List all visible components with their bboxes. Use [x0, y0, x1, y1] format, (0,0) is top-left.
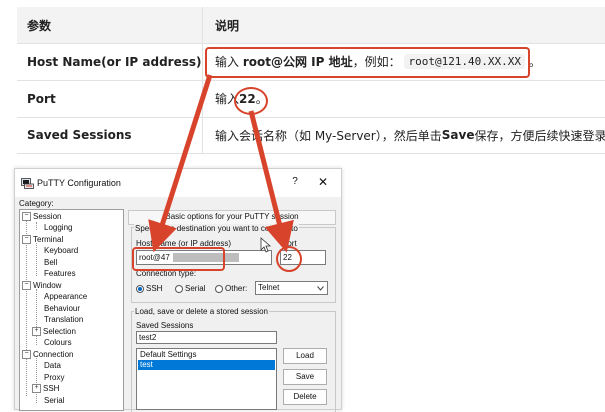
saved-sessions-label: Saved Sessions — [136, 321, 194, 330]
tree-item-bell[interactable]: Bell — [44, 258, 57, 268]
table-row: Port 输入 22。 — [17, 80, 605, 118]
radio-ssh[interactable] — [136, 285, 144, 293]
sessions-list[interactable]: Default Settings test — [136, 348, 277, 410]
tree-item-colours[interactable]: Colours — [44, 338, 72, 348]
tree-item-proxy[interactable]: Proxy — [44, 373, 64, 383]
tree-item-session[interactable]: − Session — [22, 212, 61, 222]
desc-bold: Save — [441, 128, 475, 142]
row-desc: 输入会话名称（如 My-Server），然后单击 Save 保存，方便后续快速登… — [203, 117, 605, 153]
collapse-icon[interactable]: − — [22, 281, 31, 291]
header-desc: 说明 — [215, 18, 240, 33]
destination-label: Specify the destination you want to conn… — [134, 224, 299, 233]
tree-label: Connection — [33, 350, 74, 359]
tree-item-window[interactable]: − Window — [22, 281, 61, 291]
radio-serial[interactable] — [175, 285, 183, 293]
tree-item-appearance[interactable]: Appearance — [44, 292, 87, 302]
tree-item-keyboard[interactable]: Keyboard — [44, 246, 78, 256]
radio-other-label: Other: — [225, 284, 248, 293]
radio-other[interactable] — [215, 285, 223, 293]
collapse-icon[interactable]: − — [22, 235, 31, 245]
row-param: Port — [17, 80, 203, 117]
tree-label: Session — [33, 212, 62, 221]
save-button[interactable]: Save — [283, 369, 327, 385]
highlight-host-desc — [205, 47, 530, 78]
highlight-host-input — [132, 247, 225, 271]
tree-label: Terminal — [33, 235, 64, 244]
load-button[interactable]: Load — [283, 348, 327, 364]
desc-text: 。 — [528, 55, 541, 69]
category-label: Category: — [19, 199, 54, 208]
help-icon[interactable]: ? — [287, 176, 303, 190]
delete-button[interactable]: Delete — [283, 389, 327, 405]
dropdown-arrow-icon — [317, 286, 324, 291]
radio-serial-label: Serial — [185, 284, 206, 293]
other-protocol-select[interactable]: Telnet — [255, 281, 328, 295]
radio-ssh-label: SSH — [146, 284, 163, 293]
tree-item-terminal[interactable]: − Terminal — [22, 235, 63, 245]
tree-item-logging[interactable]: Logging — [44, 223, 72, 233]
row-param: Host Name(or IP address) — [17, 43, 203, 80]
session-name-input[interactable]: test2 — [136, 331, 277, 344]
tree-label: Window — [33, 281, 62, 290]
list-item[interactable]: test — [138, 360, 275, 370]
group-title: Basic options for your PuTTY session — [165, 212, 299, 221]
load-save-label: Load, save or delete a stored session — [134, 307, 269, 316]
putty-app-icon — [21, 178, 34, 189]
highlight-port-input — [276, 246, 302, 272]
tree-item-serial[interactable]: Serial — [44, 396, 64, 406]
select-value: Telnet — [258, 283, 280, 292]
expand-icon[interactable]: + — [32, 327, 41, 337]
collapse-icon[interactable]: − — [22, 212, 31, 222]
tree-label: SSH — [43, 384, 60, 393]
category-tree[interactable]: − Session Logging − Terminal Keyboard Bell… — [19, 209, 124, 411]
table-header-row: 参数 说明 — [17, 7, 605, 44]
collapse-icon[interactable]: − — [22, 350, 31, 360]
highlight-port-desc — [234, 87, 268, 115]
row-param: Saved Sessions — [17, 117, 203, 153]
session-panel-header: Basic options for your PuTTY session — [128, 210, 336, 225]
title-bar[interactable]: PuTTY Configuration ? ✕ — [15, 169, 341, 197]
tree-item-translation[interactable]: Translation — [44, 315, 83, 325]
desc-text: 保存，方便后续快速登录。 — [474, 128, 605, 143]
header-param: 参数 — [17, 7, 203, 43]
close-icon[interactable]: ✕ — [315, 175, 331, 191]
expand-icon[interactable]: + — [32, 384, 41, 394]
tree-item-data[interactable]: Data — [44, 361, 61, 371]
tree-item-behaviour[interactable]: Behaviour — [44, 304, 80, 314]
putty-window: PuTTY Configuration ? ✕ Category: − Sessi… — [14, 168, 342, 412]
tree-item-features[interactable]: Features — [44, 269, 76, 279]
tree-label: Selection — [43, 327, 76, 336]
list-item[interactable]: Default Settings — [138, 350, 275, 360]
tree-item-connection[interactable]: − Connection — [22, 350, 73, 360]
tree-item-selection[interactable]: + Selection — [32, 327, 76, 337]
table-row: Saved Sessions 输入会话名称（如 My-Server），然后单击 … — [17, 117, 605, 154]
window-title: PuTTY Configuration — [37, 178, 121, 188]
desc-text: 输入会话名称（如 My-Server），然后单击 — [215, 128, 442, 143]
tree-item-ssh[interactable]: + SSH — [32, 384, 59, 394]
